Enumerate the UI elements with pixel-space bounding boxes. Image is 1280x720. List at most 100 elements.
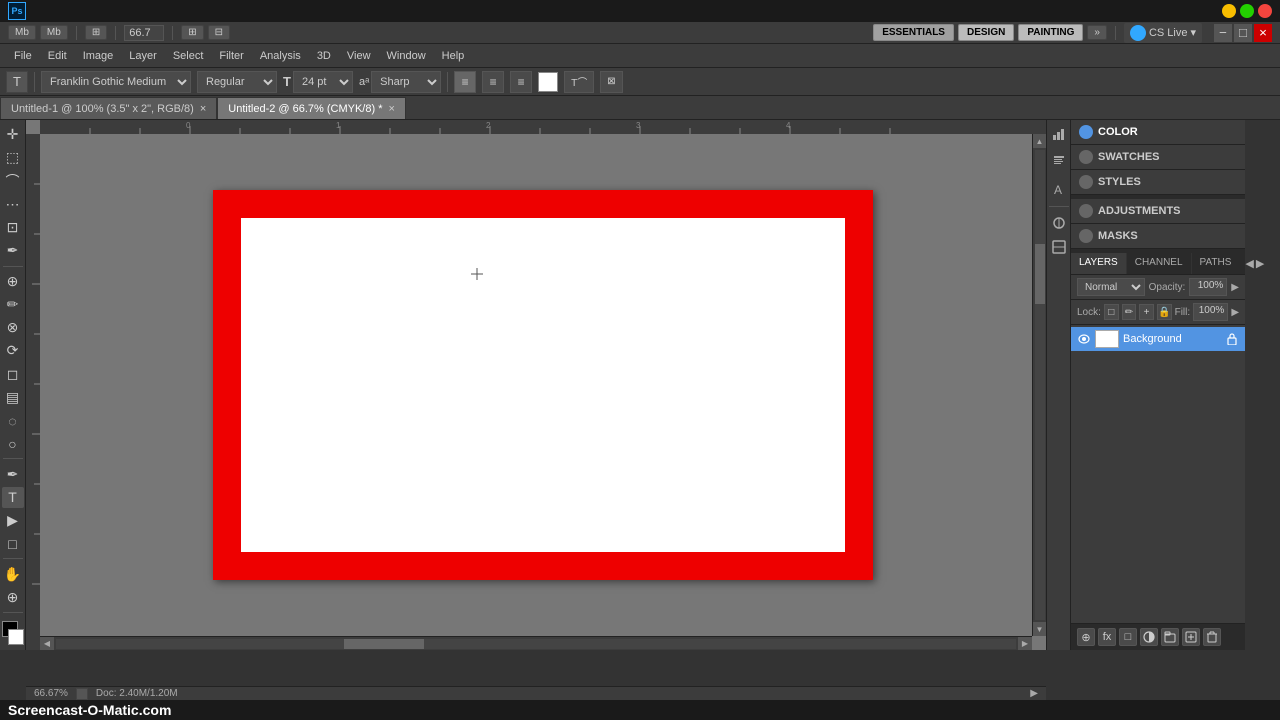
menu-help[interactable]: Help: [434, 48, 473, 64]
cs-live-panel[interactable]: CS Live ▾: [1124, 23, 1202, 43]
menu-layer[interactable]: Layer: [121, 48, 165, 64]
canvas-container[interactable]: [40, 134, 1046, 636]
zoom-value[interactable]: 66.7: [124, 25, 164, 41]
layers-expand-btns[interactable]: ◀ ▶: [1239, 253, 1270, 274]
tab-close-1[interactable]: ×: [200, 103, 206, 115]
eyedropper-tool[interactable]: ✒: [2, 240, 24, 261]
menu-image[interactable]: Image: [75, 48, 122, 64]
warp-text-button[interactable]: T⌒: [564, 71, 594, 93]
menu-select[interactable]: Select: [165, 48, 212, 64]
new-group-btn[interactable]: [1161, 628, 1179, 646]
menu-edit[interactable]: Edit: [40, 48, 75, 64]
layer-visibility-eye[interactable]: [1077, 332, 1091, 346]
brush-tool[interactable]: ✏: [2, 294, 24, 315]
ws-max-button[interactable]: □: [1234, 24, 1252, 42]
more-workspaces-button[interactable]: »: [1087, 25, 1107, 40]
toggle-options-button[interactable]: ⊠: [600, 71, 622, 93]
navigator-panel-icon[interactable]: A: [1049, 180, 1069, 200]
crop-tool[interactable]: ⊡: [2, 217, 24, 238]
swatches-panel-title[interactable]: SWATCHES: [1098, 151, 1160, 163]
ws-min-button[interactable]: −: [1214, 24, 1232, 42]
path-select-tool[interactable]: ▶: [2, 510, 24, 531]
blend-mode-select[interactable]: Normal: [1077, 278, 1145, 296]
lock-transparent-btn[interactable]: □: [1104, 304, 1119, 320]
canvas-area[interactable]: 0 1 2 3 4: [26, 120, 1046, 650]
blur-tool[interactable]: ◌: [2, 410, 24, 431]
arrange-button-2[interactable]: ⊟: [208, 25, 230, 40]
adjustments-panel-icon[interactable]: [1049, 213, 1069, 233]
font-family-select[interactable]: Franklin Gothic Medium: [41, 71, 191, 93]
delete-layer-btn[interactable]: [1203, 628, 1221, 646]
background-color[interactable]: [8, 629, 24, 645]
add-mask-btn[interactable]: □: [1119, 628, 1137, 646]
layers-tab[interactable]: LAYERS: [1071, 253, 1127, 274]
status-zoom[interactable]: 66.67%: [34, 688, 68, 699]
menu-window[interactable]: Window: [379, 48, 434, 64]
menu-file[interactable]: File: [6, 48, 40, 64]
quick-select-tool[interactable]: ⋯: [2, 194, 24, 215]
styles-panel-title[interactable]: STYLES: [1098, 176, 1141, 188]
mode-button-2[interactable]: Mb: [40, 25, 68, 40]
tab-untitled-2[interactable]: Untitled-2 @ 66.7% (CMYK/8) * ×: [217, 97, 406, 119]
menu-view[interactable]: View: [339, 48, 379, 64]
align-right-button[interactable]: ≡: [510, 71, 532, 93]
hand-tool[interactable]: ✋: [2, 563, 24, 584]
type-tool[interactable]: T: [2, 487, 24, 508]
essentials-button[interactable]: ESSENTIALS: [873, 24, 954, 41]
layer-effects-btn[interactable]: fx: [1098, 628, 1116, 646]
histogram-panel-icon[interactable]: [1049, 124, 1069, 144]
lock-all-btn[interactable]: 🔒: [1157, 304, 1172, 320]
color-panel-title[interactable]: COLOR: [1098, 126, 1138, 138]
marquee-tool[interactable]: ⬚: [2, 147, 24, 168]
tool-type-indicator[interactable]: T: [6, 71, 28, 93]
adjustment-layer-btn[interactable]: [1140, 628, 1158, 646]
mode-button[interactable]: Mb: [8, 25, 36, 40]
fill-value[interactable]: 100%: [1193, 303, 1228, 321]
h-scroll-thumb[interactable]: [344, 639, 424, 649]
lock-image-btn[interactable]: ✏: [1122, 304, 1137, 320]
info-panel-icon[interactable]: [1049, 152, 1069, 172]
shape-tool[interactable]: □: [2, 533, 24, 554]
eraser-tool[interactable]: ◻: [2, 363, 24, 384]
font-style-select[interactable]: Regular: [197, 71, 277, 93]
menu-filter[interactable]: Filter: [211, 48, 251, 64]
scroll-down-button[interactable]: ▼: [1033, 622, 1047, 636]
minimize-button[interactable]: [1222, 4, 1236, 18]
text-color-swatch[interactable]: [538, 72, 558, 92]
fill-arrow[interactable]: ▶: [1231, 307, 1239, 318]
align-center-button[interactable]: ≡: [482, 71, 504, 93]
painting-button[interactable]: PAINTING: [1018, 24, 1083, 41]
arrange-button[interactable]: ⊞: [181, 25, 203, 40]
close-button[interactable]: [1258, 4, 1272, 18]
layout-button[interactable]: ⊞: [85, 25, 107, 40]
scroll-up-button[interactable]: ▲: [1033, 134, 1047, 148]
lock-position-btn[interactable]: +: [1139, 304, 1154, 320]
paths-tab[interactable]: PATHS: [1192, 253, 1240, 274]
new-layer-btn[interactable]: [1182, 628, 1200, 646]
tab-untitled-1[interactable]: Untitled-1 @ 100% (3.5" x 2", RGB/8) ×: [0, 97, 217, 119]
antialiasing-select[interactable]: Sharp: [371, 71, 441, 93]
history-brush-tool[interactable]: ⟳: [2, 340, 24, 361]
layer-name[interactable]: Background: [1123, 333, 1221, 345]
status-expand-btn[interactable]: [76, 688, 88, 700]
scroll-left-button[interactable]: ◀: [40, 637, 54, 651]
channel-tab[interactable]: CHANNEL: [1127, 253, 1192, 274]
masks-panel-title[interactable]: MASKS: [1098, 230, 1138, 242]
align-left-button[interactable]: ≡: [454, 71, 476, 93]
tab-close-2[interactable]: ×: [389, 103, 395, 115]
font-size-select[interactable]: 24 pt: [293, 71, 353, 93]
gradient-tool[interactable]: ▤: [2, 387, 24, 408]
menu-analysis[interactable]: Analysis: [252, 48, 309, 64]
dodge-tool[interactable]: ○: [2, 433, 24, 454]
link-layers-btn[interactable]: ⊕: [1077, 628, 1095, 646]
masks-panel-icon[interactable]: [1049, 237, 1069, 257]
layers-expand-left[interactable]: ◀: [1245, 257, 1253, 270]
menu-3d[interactable]: 3D: [309, 48, 339, 64]
design-button[interactable]: DESIGN: [958, 24, 1014, 41]
canvas-white-area[interactable]: [241, 218, 845, 552]
layers-expand-right[interactable]: ▶: [1256, 257, 1264, 270]
zoom-tool[interactable]: ⊕: [2, 587, 24, 608]
healing-tool[interactable]: ⊕: [2, 270, 24, 291]
ws-close-button[interactable]: ×: [1254, 24, 1272, 42]
move-tool[interactable]: ✛: [2, 124, 24, 145]
